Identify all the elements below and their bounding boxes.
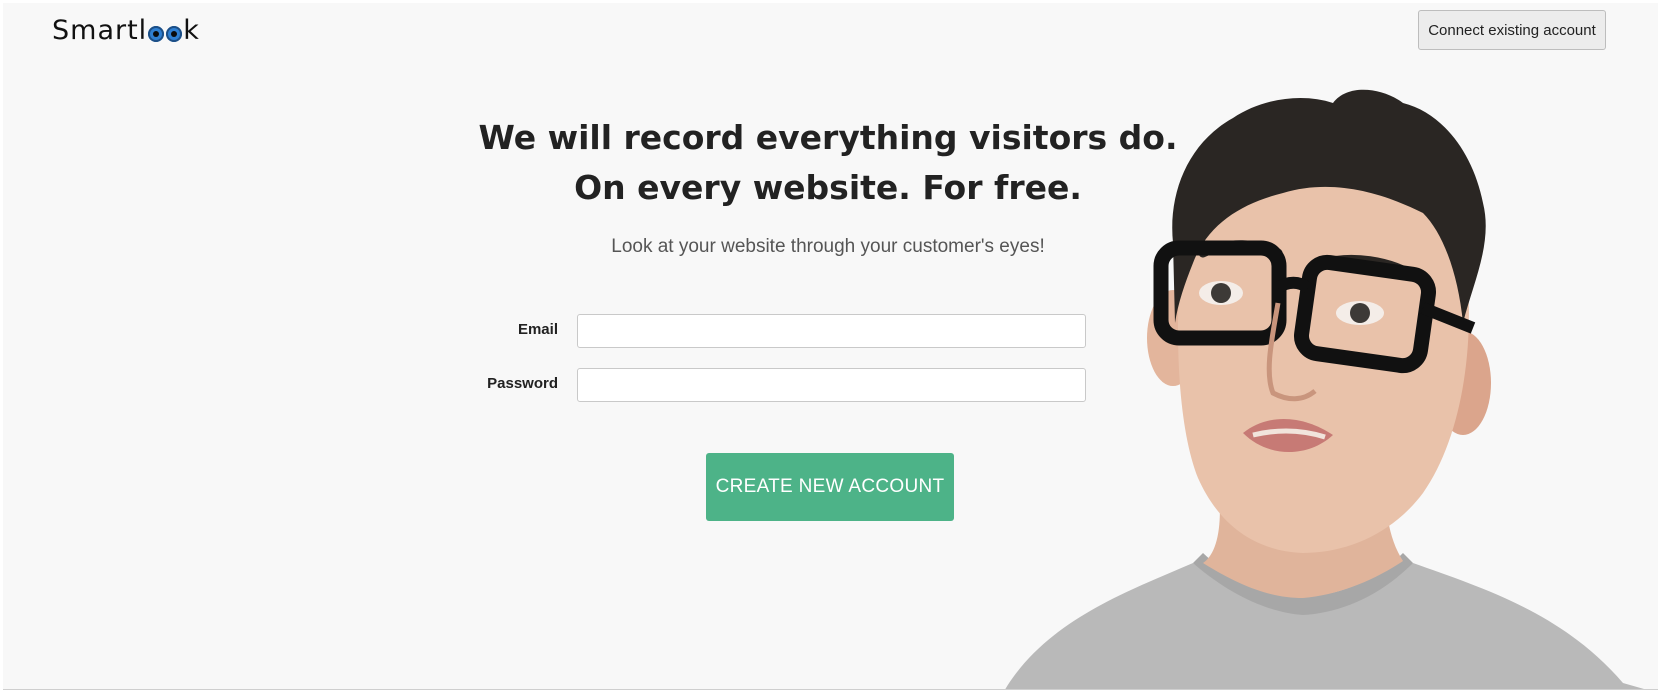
logo-eye-icon <box>148 25 165 42</box>
logo-text-start: Smartl <box>52 15 148 46</box>
password-label: Password <box>487 375 558 392</box>
smartlook-logo[interactable]: Smartl k <box>52 15 200 46</box>
password-row: Password <box>443 368 1093 402</box>
page: Smartl k Connect existing account We will… <box>3 3 1658 690</box>
logo-text-end: k <box>183 15 200 46</box>
email-label: Email <box>517 321 558 338</box>
person-photo <box>1005 89 1644 689</box>
logo-eye-icon <box>166 25 183 42</box>
email-row: Email <box>443 314 1093 348</box>
create-new-account-button[interactable]: CREATE NEW ACCOUNT <box>706 453 954 521</box>
connect-existing-account-button[interactable]: Connect existing account <box>1418 10 1606 50</box>
